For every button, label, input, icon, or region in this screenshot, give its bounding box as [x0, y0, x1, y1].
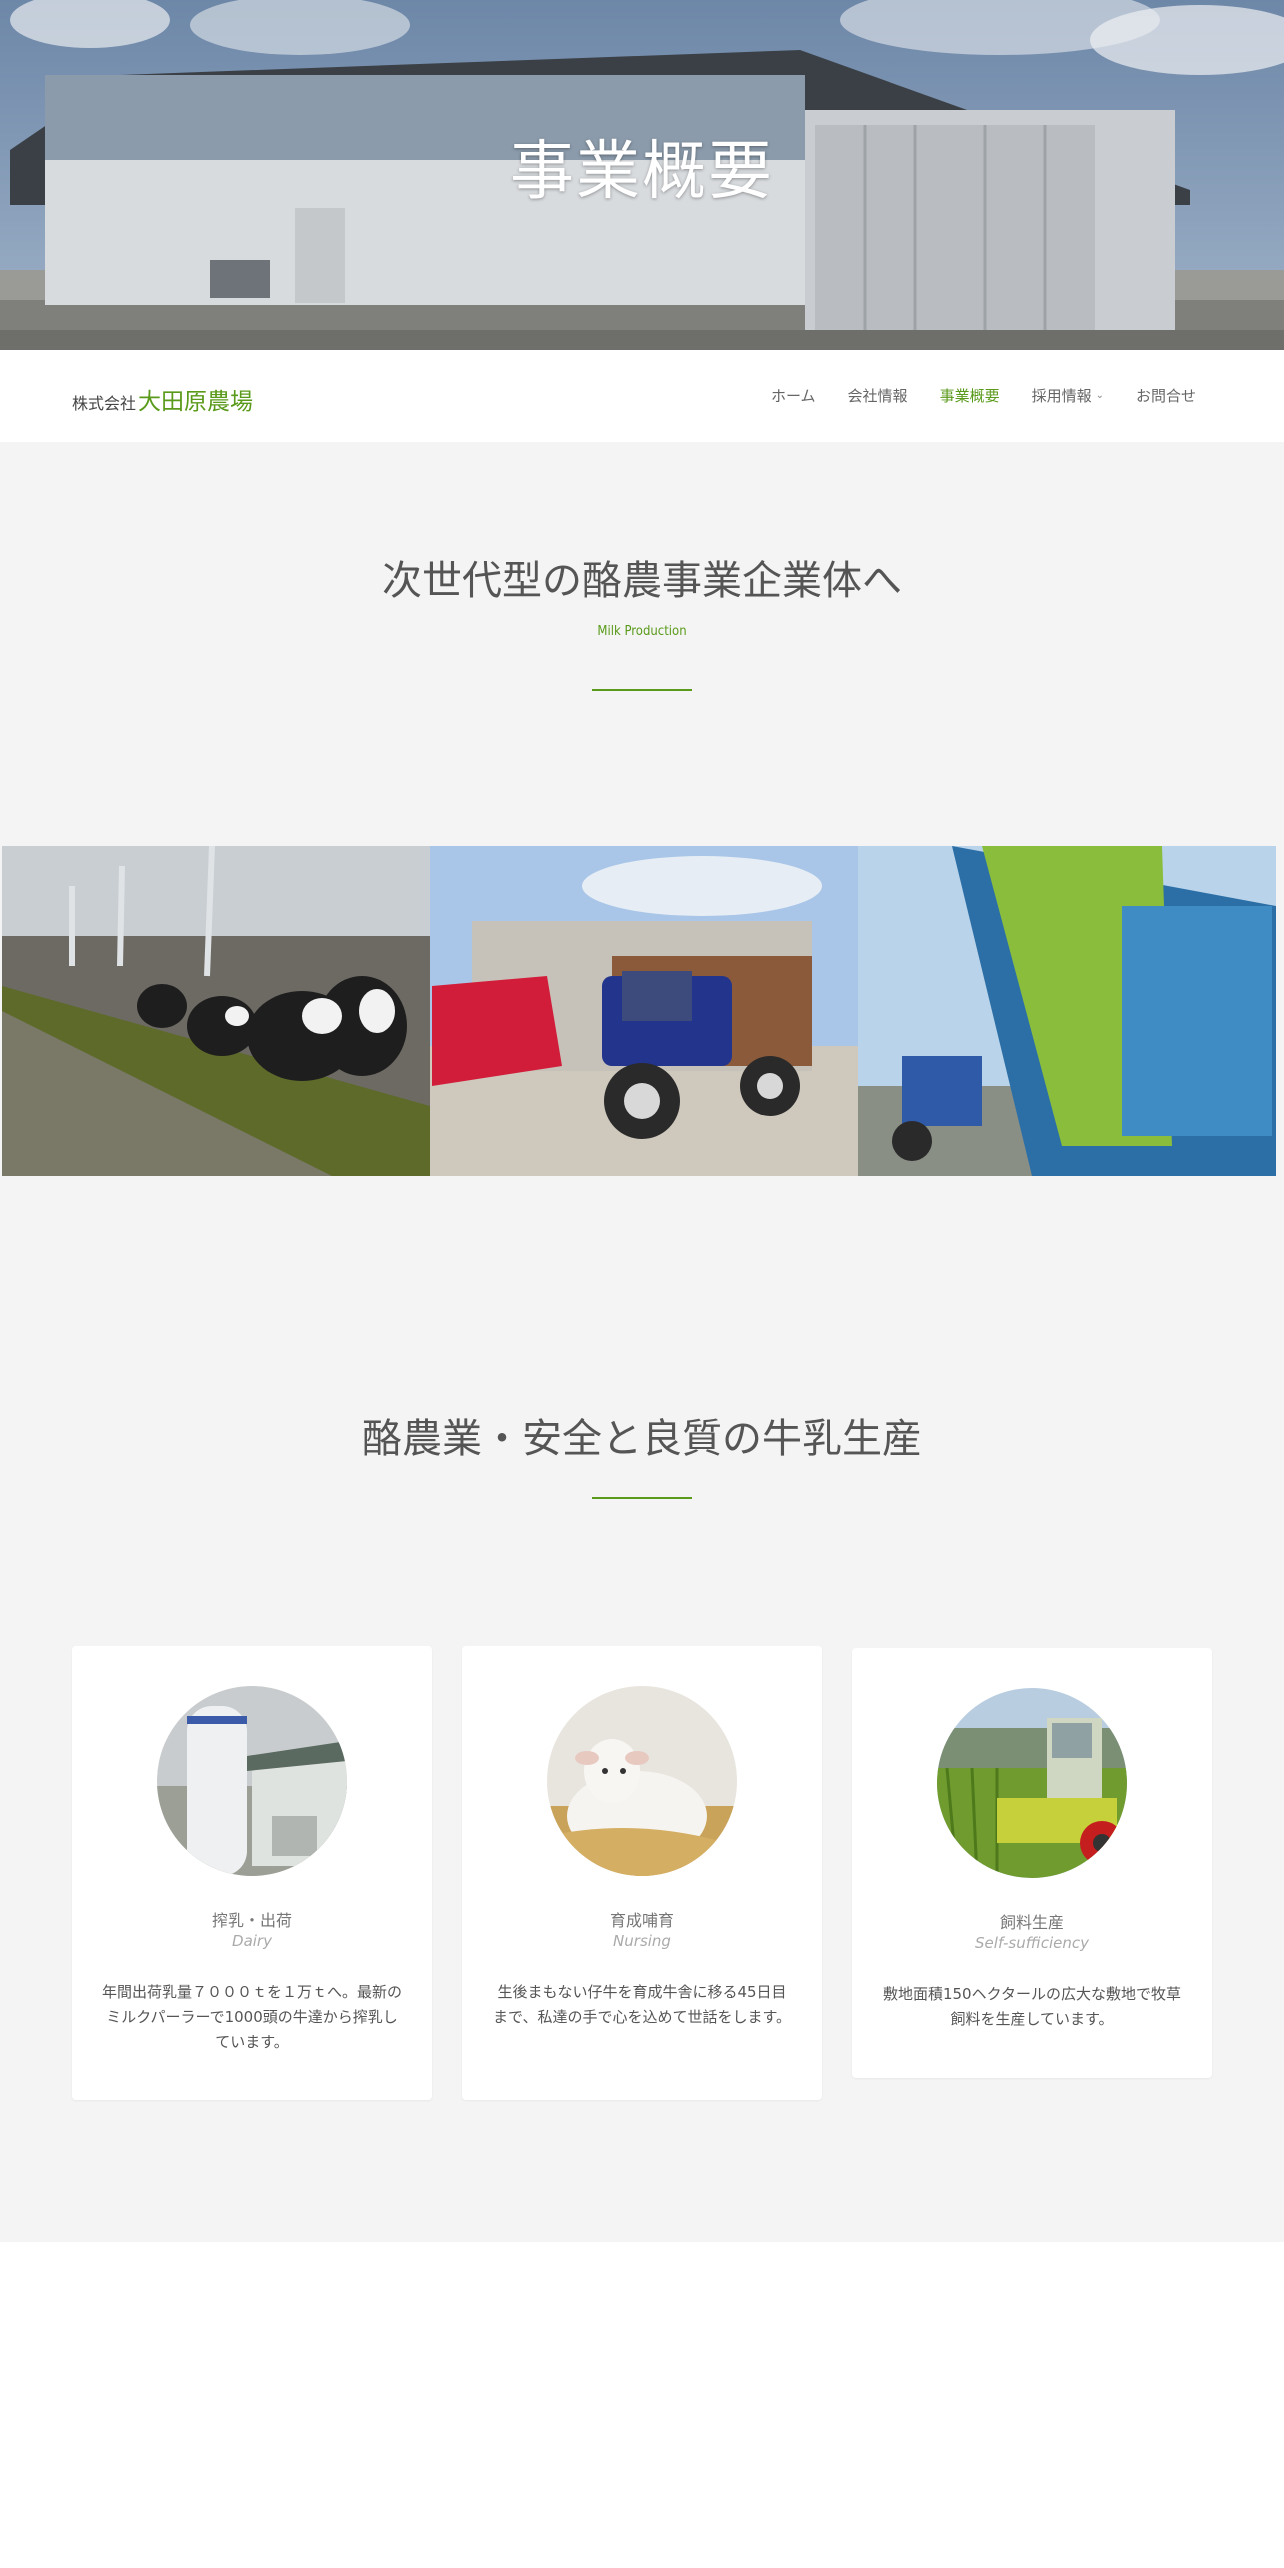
- logo-prefix: 株式会社: [72, 394, 137, 413]
- site-logo[interactable]: 株式会社大田原農場: [72, 382, 253, 416]
- main-menu: ホーム 会社情報 事業概要 採用情報 ⌄ お問合せ: [739, 385, 1196, 406]
- card-subtitle: Dairy: [232, 1932, 272, 1950]
- menu-item-company[interactable]: 会社情報: [848, 385, 908, 406]
- silage-photo: [858, 846, 1276, 1176]
- menu-item-recruit[interactable]: 採用情報 ⌄: [1032, 385, 1104, 406]
- feed-image: [937, 1688, 1127, 1878]
- card-description: 敷地面積150ヘクタールの広大な敷地で牧草飼料を生産しています。: [882, 1985, 1182, 2028]
- hero-title: 事業概要: [510, 135, 774, 209]
- service-card-feed: 飼料生産 Self-sufficiency 敷地面積150ヘクタールの広大な敷地…: [852, 1648, 1212, 2078]
- logo-name: 大田原農場: [138, 389, 254, 415]
- card-title: 飼料生産: [999, 1913, 1064, 1932]
- menu-item-home[interactable]: ホーム: [771, 385, 816, 406]
- section2-title: 酪農業・安全と良質の牛乳生産: [362, 1416, 922, 1462]
- section2-divider: [592, 1497, 692, 1499]
- card-title: 搾乳・出荷: [211, 1911, 292, 1930]
- service-card-nursing: 育成哺育 Nursing 生後まもない仔牛を育成牛舎に移る45日目まで、私達の手…: [462, 1646, 822, 2100]
- nursing-image: [547, 1686, 737, 1876]
- card-description: 生後まもない仔牛を育成牛舎に移る45日目まで、私達の手で心を込めて世話をします。: [493, 1983, 791, 2026]
- cows-photo: [2, 846, 430, 1176]
- intro-divider: [592, 689, 692, 691]
- service-card-dairy: 搾乳・出荷 Dairy 年間出荷乳量７０００ｔを１万ｔへ。最新のミルクパーラーで…: [72, 1646, 432, 2100]
- intro-title: 次世代型の酪農事業企業体へ: [382, 558, 902, 604]
- photo-strip: [2, 846, 1276, 1176]
- card-subtitle: Self-sufficiency: [975, 1934, 1089, 1952]
- dairy-image: [157, 1686, 347, 1876]
- tractor-photo: [430, 846, 858, 1176]
- hero-banner: 事業概要: [0, 0, 1284, 350]
- card-title: 育成哺育: [609, 1911, 674, 1930]
- intro-subtitle: Milk Production: [597, 624, 687, 639]
- menu-item-business[interactable]: 事業概要: [940, 385, 1000, 406]
- card-description: 年間出荷乳量７０００ｔを１万ｔへ。最新のミルクパーラーで1000頭の牛達から搾乳…: [102, 1983, 403, 2051]
- menu-item-contact[interactable]: お問合せ: [1136, 385, 1196, 406]
- card-subtitle: Nursing: [613, 1932, 671, 1950]
- chevron-down-icon: ⌄: [1095, 390, 1104, 401]
- site-header: 株式会社大田原農場 ホーム 会社情報 事業概要 採用情報 ⌄ お問合せ: [0, 350, 1284, 442]
